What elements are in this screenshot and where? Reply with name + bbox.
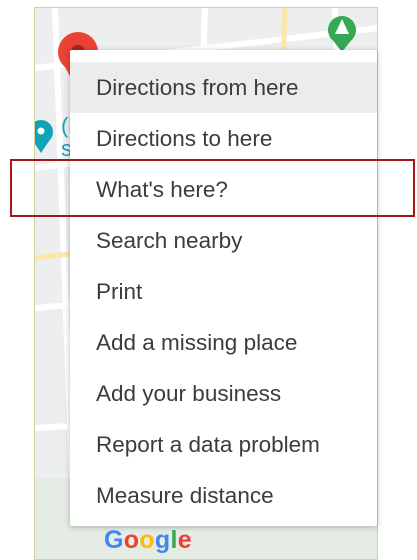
google-logo: Google: [104, 526, 192, 555]
park-marker-icon[interactable]: [328, 16, 356, 52]
menu-item-directions-from-here[interactable]: Directions from here: [70, 62, 377, 113]
menu-item-print[interactable]: Print: [70, 266, 377, 317]
menu-item-search-nearby[interactable]: Search nearby: [70, 215, 377, 266]
context-menu: Directions from here Directions to here …: [70, 50, 377, 526]
logo-letter: e: [177, 526, 192, 554]
menu-item-report-data-problem[interactable]: Report a data problem: [70, 419, 377, 470]
menu-item-directions-to-here[interactable]: Directions to here: [70, 113, 377, 164]
logo-letter: g: [154, 526, 171, 554]
logo-letter: G: [104, 526, 124, 554]
poi-marker-icon[interactable]: [35, 120, 53, 153]
logo-letter: o: [123, 526, 140, 554]
menu-item-add-your-business[interactable]: Add your business: [70, 368, 377, 419]
menu-item-measure-distance[interactable]: Measure distance: [70, 470, 377, 521]
logo-letter: o: [139, 526, 155, 554]
menu-item-add-missing-place[interactable]: Add a missing place: [70, 317, 377, 368]
logo-letter: l: [170, 526, 178, 554]
menu-item-whats-here[interactable]: What's here?: [70, 164, 377, 215]
